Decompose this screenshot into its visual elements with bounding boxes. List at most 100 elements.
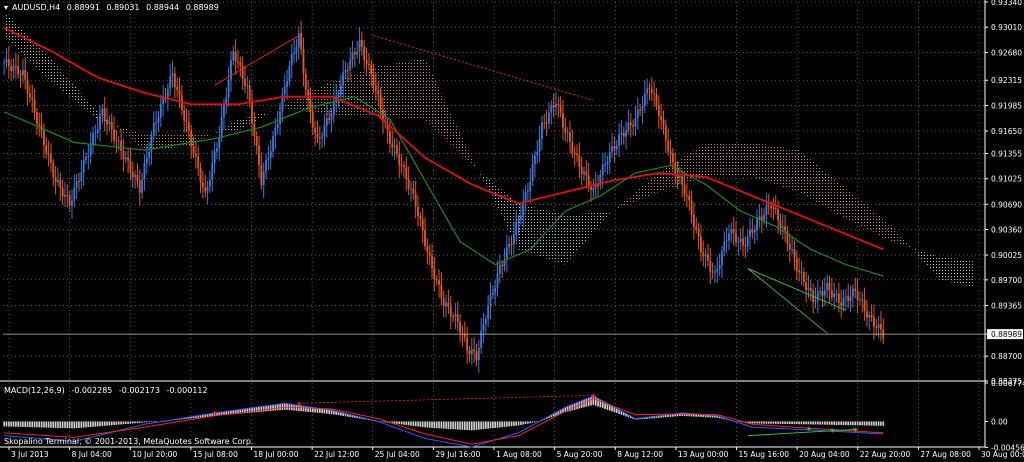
cloud-segment xyxy=(962,259,966,286)
cloud-segment xyxy=(399,62,402,118)
macd-histogram-bar xyxy=(24,421,27,428)
candle-body xyxy=(206,186,209,192)
cloud-segment xyxy=(890,224,893,242)
candle-body xyxy=(571,141,574,153)
macd-histogram-bar xyxy=(431,421,433,428)
macd-histogram-bar xyxy=(587,397,590,407)
cloud-segment xyxy=(642,184,645,199)
cloud-segment xyxy=(266,112,269,115)
candle-body xyxy=(258,145,260,166)
macd-histogram-bar xyxy=(753,421,756,424)
cloud-segment xyxy=(920,250,924,262)
cloud-segment xyxy=(944,257,947,282)
price-tick-label: 0.93340 xyxy=(991,0,1022,7)
candle-body xyxy=(690,200,693,215)
candle-body xyxy=(316,133,319,138)
cloud-segment xyxy=(768,145,772,183)
candle-body xyxy=(152,123,155,137)
candle-body xyxy=(10,66,13,71)
cloud-segment xyxy=(268,111,271,114)
cloud-segment xyxy=(792,148,795,191)
candle-body xyxy=(512,234,515,245)
candle-body xyxy=(405,167,408,180)
candle-body xyxy=(639,109,642,111)
cloud-segment xyxy=(901,237,905,246)
cloud-segment xyxy=(406,61,409,119)
macd-histogram-bar xyxy=(795,421,798,425)
cloud-segment xyxy=(567,214,570,262)
cloud-segment xyxy=(385,64,388,117)
macd-histogram-bar xyxy=(419,421,422,427)
cloud-segment xyxy=(707,142,711,177)
candle-body xyxy=(548,112,550,123)
price-tick-label: 0.92315 xyxy=(991,76,1022,85)
cloud-segment xyxy=(48,56,51,82)
cloud-segment xyxy=(364,69,367,116)
macd-histogram-bar xyxy=(817,421,819,425)
cloud-segment xyxy=(453,118,456,150)
ohlc-open: 0.88991 xyxy=(66,3,100,12)
cloud-segment xyxy=(614,207,617,211)
candle-body xyxy=(541,122,543,139)
candle-body xyxy=(746,236,749,247)
macd-histogram-bar xyxy=(767,421,770,424)
candle-body xyxy=(134,174,137,178)
cloud-segment xyxy=(588,212,592,238)
cloud-segment xyxy=(637,188,641,201)
price-tick-label: 0.90360 xyxy=(991,225,1022,234)
candle-body xyxy=(664,125,667,141)
macd-header: MACD(12,26,9) -0.002285 -0.002173 -0.000… xyxy=(4,386,212,395)
cloud-segment xyxy=(62,71,65,93)
macd-histogram-bar xyxy=(87,421,90,428)
cloud-segment xyxy=(775,146,779,186)
cloud-segment xyxy=(64,74,68,95)
cloud-segment xyxy=(878,214,881,236)
cloud-segment xyxy=(930,253,933,272)
candle-body xyxy=(342,72,345,86)
candle-body xyxy=(120,140,123,151)
candle-body xyxy=(821,291,824,296)
cloud-segment xyxy=(427,63,430,125)
cloud-segment xyxy=(15,24,19,50)
candle-body xyxy=(515,221,518,235)
candle-body xyxy=(522,201,525,216)
candle-body xyxy=(772,208,775,210)
macd-histogram-bar xyxy=(57,421,59,428)
cloud-segment xyxy=(579,213,582,249)
cloud-segment xyxy=(315,88,318,114)
candle-body xyxy=(573,152,576,154)
candle-body xyxy=(508,243,511,248)
candle-body xyxy=(12,65,15,71)
macd-value-3: -0.000112 xyxy=(166,386,208,395)
cloud-segment xyxy=(806,155,809,198)
cloud-segment xyxy=(212,132,215,135)
macd-histogram-bar xyxy=(449,421,452,430)
cloud-segment xyxy=(866,205,870,231)
candle-body xyxy=(169,76,172,89)
cloud-segment xyxy=(663,168,666,191)
cloud-segment xyxy=(413,60,416,119)
macd-histogram-bar xyxy=(106,421,108,426)
candle-body xyxy=(148,152,151,158)
macd-histogram-bar xyxy=(835,421,838,425)
candle-body xyxy=(793,249,796,259)
candle-body xyxy=(349,59,352,71)
candle-body xyxy=(873,317,875,327)
cloud-segment xyxy=(883,218,886,239)
chart-window[interactable]: 0.93340 0.93010 0.92680 0.92315 0.91985 0.916… xyxy=(0,0,1024,462)
macd-histogram-bar xyxy=(54,421,57,428)
candle-body xyxy=(830,290,833,298)
candle-body xyxy=(744,245,747,247)
candle-body xyxy=(113,129,115,141)
candle-body xyxy=(54,177,57,182)
macd-histogram-bar xyxy=(840,421,843,426)
candle-body xyxy=(321,136,324,139)
cloud-segment xyxy=(205,133,208,139)
cloud-segment xyxy=(322,84,325,115)
macd-histogram-bar xyxy=(849,421,852,426)
candle-body xyxy=(662,120,665,126)
cloud-segment xyxy=(733,142,736,177)
candle-body xyxy=(643,93,646,106)
macd-histogram-bar xyxy=(520,421,522,425)
candle-body xyxy=(389,131,391,144)
